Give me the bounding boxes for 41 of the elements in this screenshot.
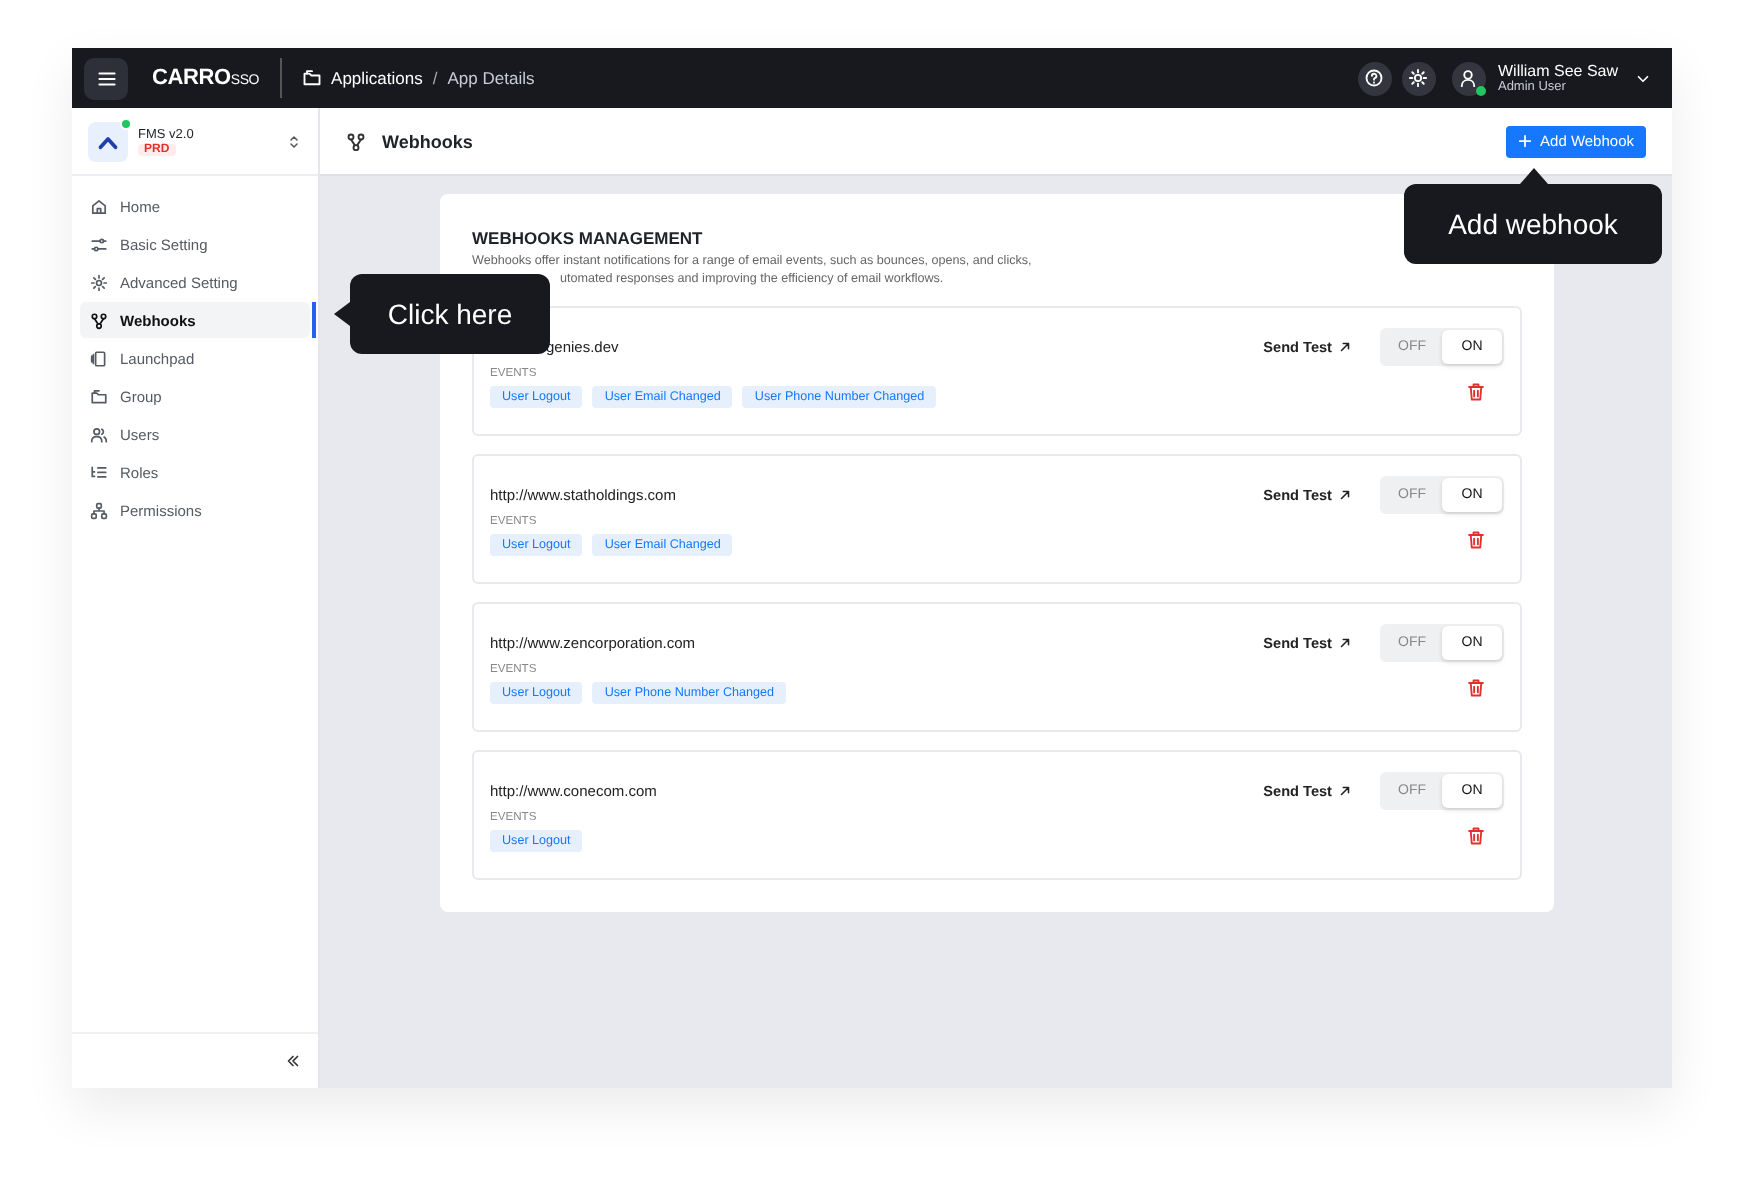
tooltip-pointer [334, 302, 350, 326]
help-button[interactable] [1357, 61, 1392, 95]
help-icon [1364, 68, 1385, 88]
breadcrumb-current: App Details [447, 68, 535, 88]
page-title: Webhooks [382, 131, 473, 151]
breadcrumb-link[interactable]: Applications [331, 68, 423, 88]
sliders-icon [90, 235, 108, 253]
person-icon [1458, 68, 1479, 88]
cards-icon [90, 349, 108, 367]
theme-button[interactable] [1401, 61, 1436, 95]
list-icon [90, 463, 108, 481]
arrow-up-right-icon [1338, 340, 1352, 354]
arrow-up-right-icon [1338, 784, 1352, 798]
settings-icon [90, 273, 108, 291]
double-chevron-left-icon [284, 1052, 302, 1070]
users-icon [90, 425, 108, 443]
user-name: William See Saw [1497, 61, 1618, 80]
avatar[interactable] [1451, 61, 1486, 95]
sort-icon [286, 133, 302, 149]
sun-icon [1408, 68, 1429, 88]
trash-icon [1466, 677, 1486, 697]
breadcrumb-separator: / [432, 68, 438, 88]
folder-icon [301, 68, 322, 88]
tooltip: Add webhook [1404, 184, 1662, 264]
webhook-icon [346, 131, 366, 151]
arrow-up-right-icon [1338, 488, 1352, 502]
hierarchy-icon [90, 501, 108, 519]
menu-icon [95, 67, 117, 89]
trash-icon [1466, 825, 1486, 845]
arrow-up-right-icon [1338, 636, 1352, 650]
section-title: WEBHOOKS MANAGEMENT [472, 228, 705, 248]
menu-button[interactable] [84, 57, 128, 99]
tooltip-pointer [1519, 168, 1547, 184]
trash-icon [1466, 381, 1486, 401]
plus-icon [1518, 134, 1533, 148]
trash-icon [1466, 529, 1486, 549]
folder-icon [90, 387, 108, 405]
home-icon [90, 197, 108, 215]
collapse-button[interactable] [284, 1052, 302, 1070]
webhook-icon [90, 311, 108, 329]
tooltip: Click here [350, 274, 550, 354]
